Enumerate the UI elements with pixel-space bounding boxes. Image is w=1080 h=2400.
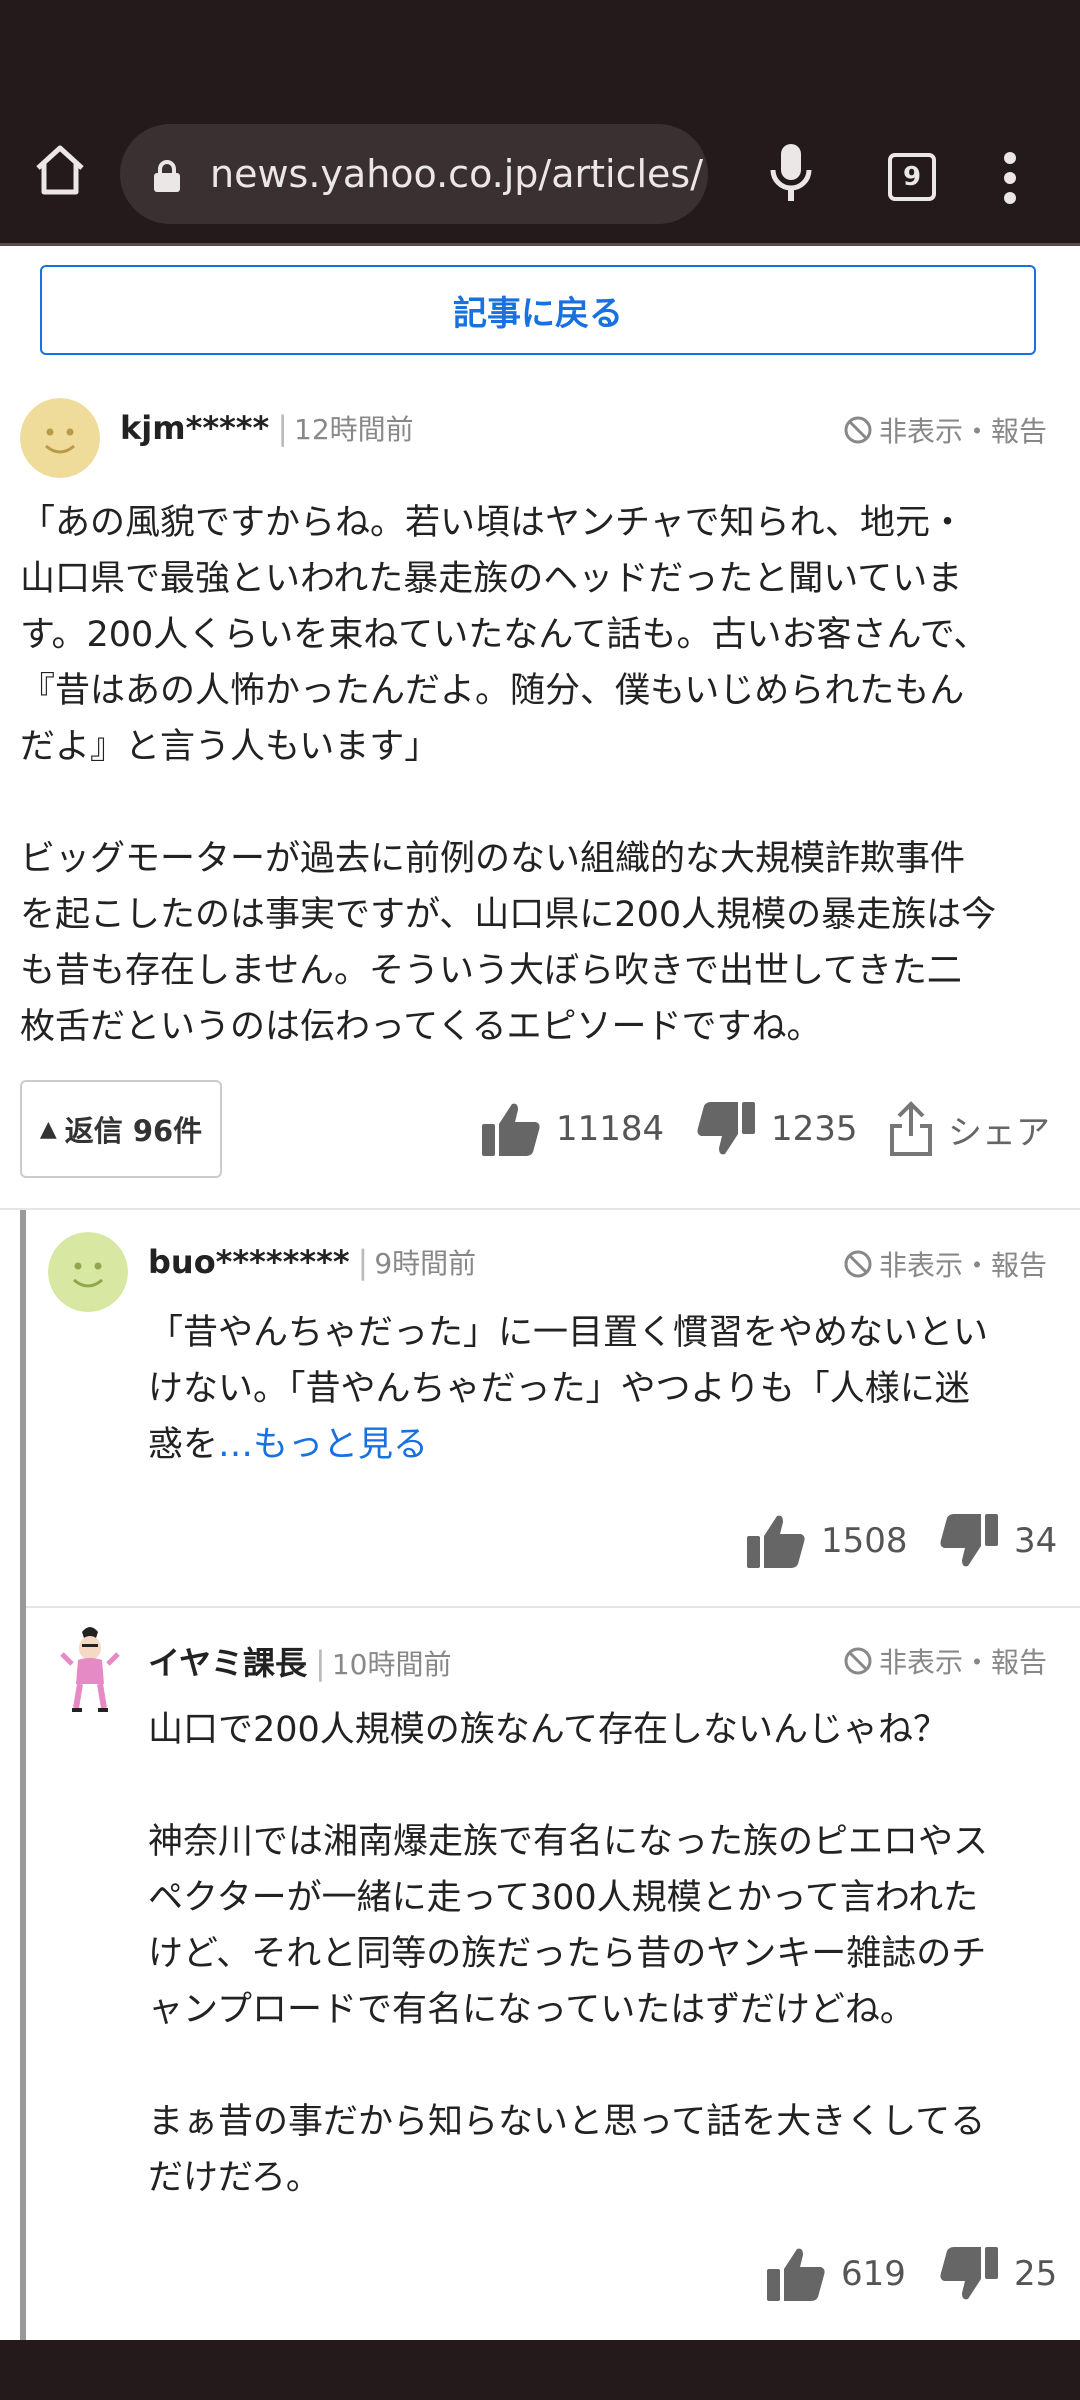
reply-username[interactable]: buo******** | 9時間前 xyxy=(148,1242,476,1282)
avatar xyxy=(48,1232,128,1312)
dislike-button[interactable]: 25 xyxy=(938,2245,1057,2303)
comment-username[interactable]: kjm***** | 12時間前 xyxy=(120,408,414,448)
share-button[interactable]: シェア xyxy=(888,1100,1050,1158)
caret-up-icon: ▲ xyxy=(39,1116,57,1142)
lock-icon xyxy=(154,160,180,192)
like-button[interactable]: 1508 xyxy=(745,1512,908,1570)
dislike-count: 1235 xyxy=(771,1109,858,1149)
thumbs-up-icon xyxy=(747,1515,805,1568)
reply-thread-line xyxy=(20,1210,26,2340)
username-text[interactable]: kjm***** xyxy=(120,409,269,447)
hide-report-label[interactable]: 非表示・報告 xyxy=(879,1641,1047,1681)
hide-report-link[interactable]: 非表示・報告 xyxy=(843,1641,1047,1681)
block-icon xyxy=(844,416,872,444)
toolbar-divider xyxy=(0,243,1080,246)
navigation-bar xyxy=(0,2340,1080,2400)
reply-username[interactable]: イヤミ課長 | 10時間前 xyxy=(148,1638,451,1684)
reply-body: 山口で200人規模の族なんて存在しないんじゃね？ 神奈川では湘南爆走族で有名にな… xyxy=(148,1710,989,2198)
username-text[interactable]: イヤミ課長 xyxy=(148,1644,307,1682)
block-icon xyxy=(844,1647,872,1675)
hide-report-label[interactable]: 非表示・報告 xyxy=(879,410,1047,450)
username-text[interactable]: buo******** xyxy=(148,1243,350,1281)
like-count: 11184 xyxy=(556,1109,665,1149)
thumbs-up-icon xyxy=(767,2248,825,2301)
like-count: 619 xyxy=(841,2254,906,2294)
like-count: 1508 xyxy=(821,1521,908,1561)
dislike-count: 34 xyxy=(1014,1521,1058,1561)
dislike-button[interactable]: 1235 xyxy=(695,1100,858,1158)
read-more-link[interactable]: …もっと見る xyxy=(218,1425,428,1465)
thumbs-down-icon xyxy=(697,1102,755,1155)
thumbs-up-icon xyxy=(482,1103,540,1156)
reply-body: 「昔やんちゃだった」に一目置く慣習をやめないとい けない。「昔やんちゃだった」や… xyxy=(148,1305,1068,1473)
back-to-article-button[interactable]: 記事に戻る xyxy=(40,265,1036,355)
avatar xyxy=(20,398,100,478)
reply-time: 9時間前 xyxy=(374,1247,477,1280)
share-label[interactable]: シェア xyxy=(948,1105,1050,1154)
comment-time: 12時間前 xyxy=(294,413,414,446)
browser-toolbar: news.yahoo.co.jp/articles/ 9 xyxy=(0,0,1080,246)
share-icon xyxy=(890,1101,932,1156)
like-button[interactable]: 619 xyxy=(765,2245,906,2303)
hide-report-label[interactable]: 非表示・報告 xyxy=(879,1244,1047,1284)
reply-count-label[interactable]: 返信 96件 xyxy=(65,1108,202,1150)
dislike-button[interactable]: 34 xyxy=(938,1512,1057,1570)
more-vert-icon[interactable] xyxy=(996,148,1024,208)
tabs-icon[interactable]: 9 xyxy=(888,153,936,201)
hide-report-link[interactable]: 非表示・報告 xyxy=(843,1244,1047,1284)
reply-toggle-button[interactable]: ▲ 返信 96件 xyxy=(20,1080,222,1178)
mic-icon[interactable] xyxy=(766,142,816,204)
thumbs-down-icon xyxy=(940,1514,998,1567)
home-icon[interactable] xyxy=(30,140,90,200)
reply-divider xyxy=(26,1606,1080,1608)
comment-body: 「あの風貌ですからね。若い頃はヤンチャで知られ、地元・ 山口県で最強といわれた暴… xyxy=(20,503,997,1047)
hide-report-link[interactable]: 非表示・報告 xyxy=(843,410,1047,450)
dislike-count: 25 xyxy=(1014,2254,1058,2294)
url-text: news.yahoo.co.jp/articles/ xyxy=(210,152,704,196)
comment-divider xyxy=(0,1208,1080,1210)
character-avatar xyxy=(60,1627,120,1712)
reply-time: 10時間前 xyxy=(331,1648,452,1681)
block-icon xyxy=(844,1250,872,1278)
url-bar[interactable]: news.yahoo.co.jp/articles/ xyxy=(120,124,708,224)
thumbs-down-icon xyxy=(940,2247,998,2300)
like-button[interactable]: 11184 xyxy=(480,1100,664,1158)
